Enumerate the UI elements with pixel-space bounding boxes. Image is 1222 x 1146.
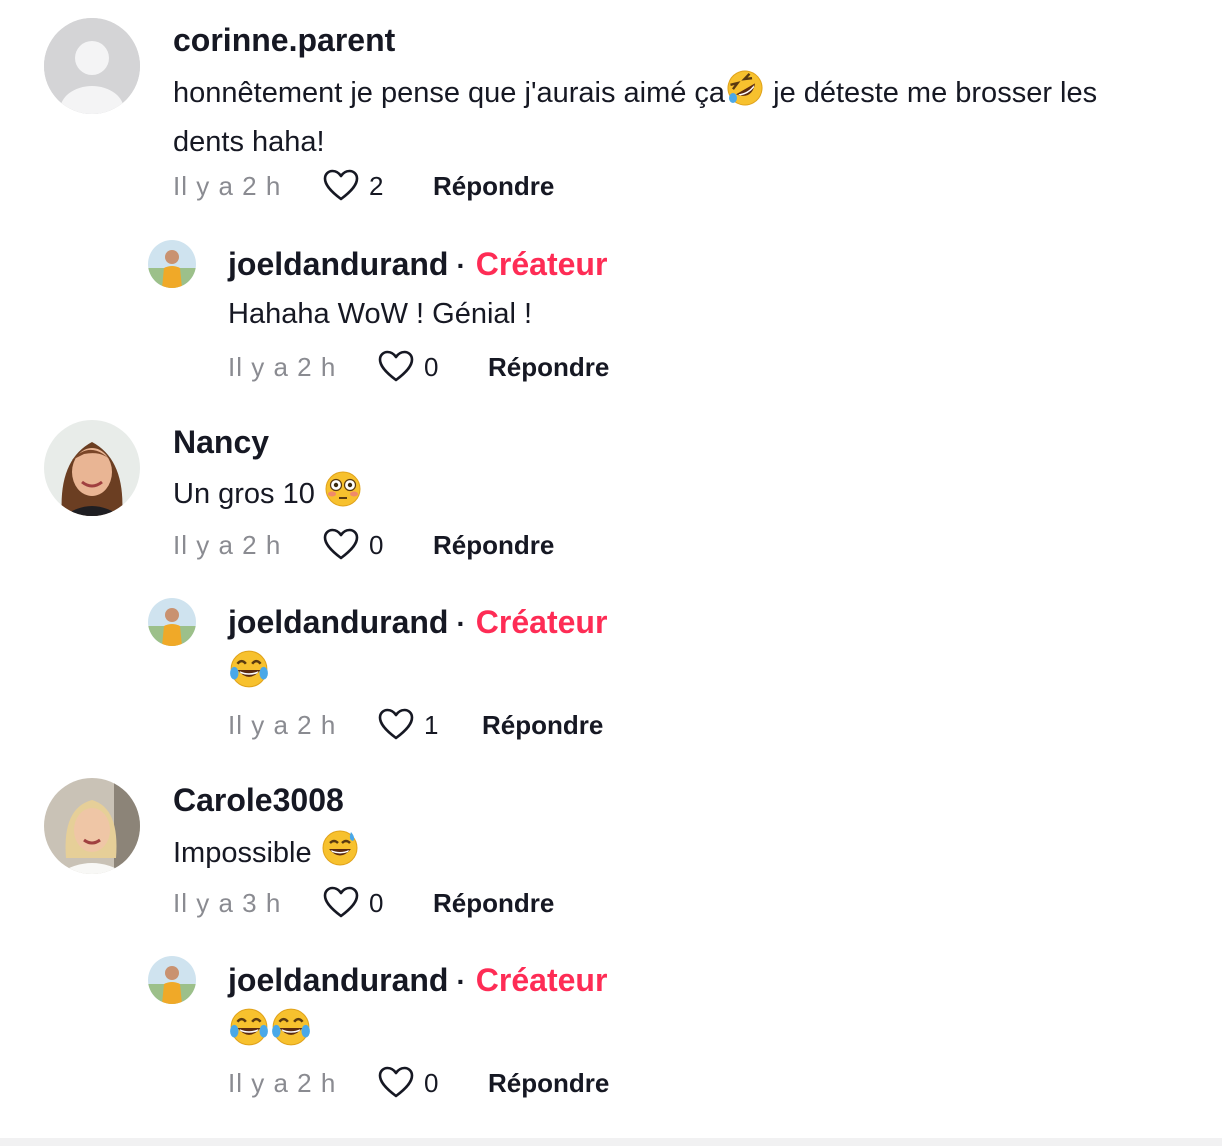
flushed-face-emoji [323,469,363,522]
comment-meta: Il y a 2 h 0 Répondre [228,347,609,387]
username[interactable]: joeldandurand [228,604,448,640]
username[interactable]: joeldandurand [228,246,448,282]
separator-dot: · [456,250,466,281]
like-count: 0 [424,351,439,382]
heart-icon [378,708,414,740]
timestamp: Il y a 2 h [228,351,337,382]
like-count: 0 [369,529,384,560]
avatar[interactable] [148,598,196,646]
heart-icon [323,528,359,560]
username-row: joeldandurand · Créateur [228,602,607,644]
heart-icon [323,169,359,201]
like-count: 0 [424,1067,439,1098]
like-count: 2 [369,170,384,201]
timestamp: Il y a 2 h [173,170,282,201]
tears-of-joy-emoji [270,1006,312,1061]
like-button[interactable]: 1 [378,707,482,743]
comment-meta: Il y a 3 h 0 Répondre [173,883,554,923]
heart-icon [378,1066,414,1098]
avatar[interactable] [44,420,140,516]
creator-badge: Créateur [475,246,608,282]
comment-meta: Il y a 2 h 0 Répondre [228,1063,609,1103]
comment-text: Hahaha WoW ! Génial ! [228,298,533,330]
username-row: joeldandurand · Créateur [228,244,607,286]
timestamp: Il y a 2 h [173,529,282,560]
heart-icon [378,350,414,382]
comment-text: Un gros 10 [173,469,363,522]
like-button[interactable]: 0 [323,527,433,563]
reply-button[interactable]: Répondre [488,1068,609,1099]
comment-text: Impossible [173,828,360,881]
username[interactable]: Nancy [173,422,269,462]
comment-text [228,1006,312,1061]
separator-dot: · [456,966,466,997]
grinning-sweat-emoji [320,828,360,881]
timestamp: Il y a 2 h [228,709,337,740]
comment-meta: Il y a 2 h 0 Répondre [173,525,554,565]
like-count: 1 [424,709,439,740]
username[interactable]: corinne.parent [173,20,395,60]
like-button[interactable]: 0 [323,885,433,921]
avatar[interactable] [44,18,140,114]
comment-meta: Il y a 2 h 1 Répondre [228,705,603,745]
like-button[interactable]: 2 [323,168,433,204]
creator-badge: Créateur [475,604,608,640]
creator-badge: Créateur [475,962,608,998]
timestamp: Il y a 3 h [173,887,282,918]
heart-icon [323,886,359,918]
reply-button[interactable]: Répondre [433,171,554,202]
separator-dot: · [456,608,466,639]
timestamp: Il y a 2 h [228,1067,337,1098]
username[interactable]: joeldandurand [228,962,448,998]
username-row: joeldandurand · Créateur [228,960,607,1002]
comment-text: honnêtement je pense que j'aurais aimé ç… [173,68,1203,164]
reply-button[interactable]: Répondre [482,710,603,741]
like-count: 0 [369,887,384,918]
avatar[interactable] [148,956,196,1004]
reply-button[interactable]: Répondre [433,530,554,561]
rolling-on-floor-laughing-emoji [725,68,765,121]
reply-button[interactable]: Répondre [488,352,609,383]
tears-of-joy-emoji [228,648,270,703]
avatar[interactable] [148,240,196,288]
like-button[interactable]: 0 [378,349,488,385]
comment-meta: Il y a 2 h 2 Répondre [173,166,554,206]
username[interactable]: Carole3008 [173,780,344,820]
avatar[interactable] [44,778,140,874]
tears-of-joy-emoji [228,1006,270,1061]
bottom-divider [0,1138,1222,1146]
comment-text [228,648,270,703]
like-button[interactable]: 0 [378,1065,488,1101]
reply-button[interactable]: Répondre [433,888,554,919]
